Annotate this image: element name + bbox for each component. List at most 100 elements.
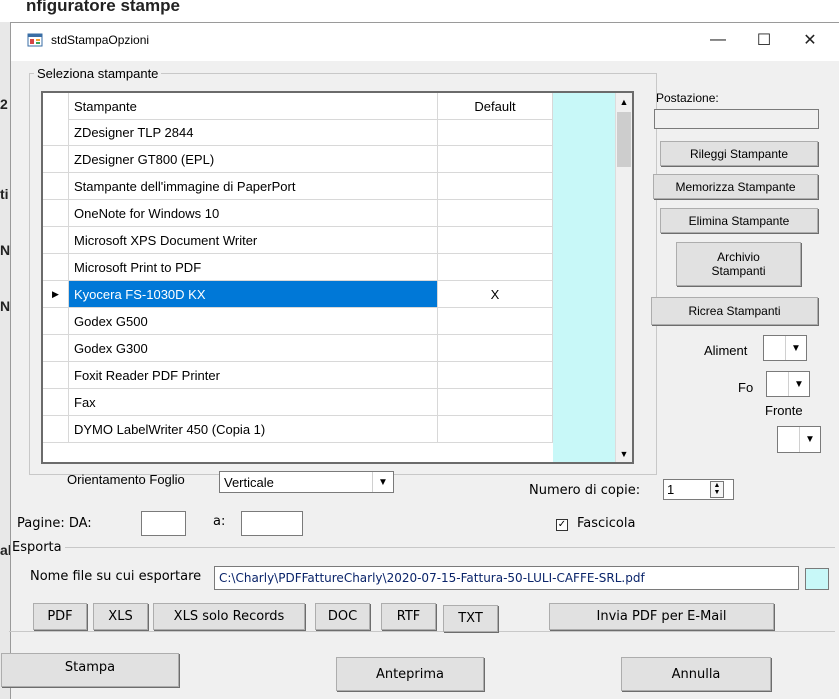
pagine-da-input[interactable] — [141, 511, 186, 536]
orientamento-dropdown[interactable]: Verticale ▼ — [219, 471, 394, 493]
row-header[interactable] — [43, 200, 69, 227]
table-row[interactable]: Foxit Reader PDF Printer — [43, 362, 553, 389]
table-row[interactable]: ZDesigner TLP 2844 — [43, 119, 553, 146]
row-header[interactable] — [43, 119, 69, 146]
fronte-label: Fronte — [765, 403, 803, 418]
printer-name-cell[interactable]: Microsoft Print to PDF — [69, 254, 438, 281]
print-options-dialog: stdStampaOpzioni — ☐ ✕ Seleziona stampan… — [1, 22, 839, 699]
copie-stepper[interactable]: 1 ▲ ▼ — [663, 479, 734, 500]
pagine-a-input[interactable] — [241, 511, 303, 536]
row-header[interactable] — [43, 389, 69, 416]
chevron-down-icon: ▼ — [788, 372, 809, 396]
printer-name-cell[interactable]: Microsoft XPS Document Writer — [69, 227, 438, 254]
row-header[interactable] — [43, 173, 69, 200]
export-color-swatch[interactable] — [805, 568, 829, 590]
table-row[interactable]: ZDesigner GT800 (EPL) — [43, 146, 553, 173]
grid-scrollbar[interactable]: ▲ ▼ — [615, 93, 632, 462]
default-cell[interactable] — [438, 173, 553, 200]
minimize-button[interactable]: — — [695, 23, 741, 57]
background-text: 2 — [0, 96, 8, 112]
rileggi-stampante-button[interactable]: Rileggi Stampante — [660, 141, 818, 166]
scroll-down-arrow-icon[interactable]: ▼ — [616, 445, 632, 462]
fascicola-checkbox[interactable]: ✓ — [556, 519, 568, 531]
export-pdf-button[interactable]: PDF — [33, 603, 87, 630]
annulla-button[interactable]: Annulla — [621, 657, 771, 691]
row-header[interactable] — [43, 146, 69, 173]
pagine-a-label: a: — [213, 514, 226, 529]
export-file-value[interactable]: C:\Charly\PDFFattureCharly\2020-07-15-Fa… — [219, 571, 645, 585]
scroll-up-arrow-icon[interactable]: ▲ — [616, 93, 632, 110]
export-xls-records-button[interactable]: XLS solo Records — [153, 603, 305, 630]
printer-name-cell[interactable]: Godex G500 — [69, 308, 438, 335]
row-header[interactable] — [43, 254, 69, 281]
orientamento-label: Orientamento Foglio — [67, 472, 185, 487]
app-icon — [27, 33, 43, 47]
export-txt-button[interactable]: TXT — [443, 605, 498, 632]
chevron-down-icon: ▼ — [372, 472, 393, 492]
export-rtf-button[interactable]: RTF — [381, 603, 436, 630]
background-text: N — [0, 242, 11, 258]
postazione-field — [654, 109, 819, 129]
printer-name-cell[interactable]: Fax — [69, 389, 438, 416]
default-cell[interactable] — [438, 200, 553, 227]
fronte-dropdown[interactable]: ▼ — [777, 426, 821, 453]
close-button[interactable]: ✕ — [787, 23, 833, 57]
row-header[interactable] — [43, 416, 69, 443]
printer-select-legend: Seleziona stampante — [37, 66, 159, 81]
ricrea-stampanti-button[interactable]: Ricrea Stampanti — [651, 297, 818, 325]
default-cell[interactable] — [438, 308, 553, 335]
scroll-thumb[interactable] — [617, 112, 631, 167]
table-row[interactable]: Microsoft Print to PDF — [43, 254, 553, 281]
printer-name-cell[interactable]: ZDesigner TLP 2844 — [69, 119, 438, 146]
aliment-dropdown[interactable]: ▼ — [763, 335, 807, 361]
row-header[interactable] — [43, 362, 69, 389]
row-header[interactable] — [43, 335, 69, 362]
default-cell[interactable] — [438, 227, 553, 254]
anteprima-button[interactable]: Anteprima — [336, 657, 484, 691]
fo-dropdown[interactable]: ▼ — [766, 371, 810, 397]
table-row[interactable]: Godex G300 — [43, 335, 553, 362]
printer-name-cell[interactable]: Stampante dell'immagine di PaperPort — [69, 173, 438, 200]
table-row[interactable]: ▶ Kyocera FS-1030D KX X — [43, 281, 553, 308]
table-row[interactable]: Stampante dell'immagine di PaperPort — [43, 173, 553, 200]
default-cell[interactable]: X — [438, 281, 553, 308]
default-cell[interactable] — [438, 335, 553, 362]
printer-name-cell[interactable]: Kyocera FS-1030D KX — [69, 281, 438, 308]
elimina-stampante-button[interactable]: Elimina Stampante — [660, 208, 818, 233]
printer-name-cell[interactable]: OneNote for Windows 10 — [69, 200, 438, 227]
printer-name-cell[interactable]: ZDesigner GT800 (EPL) — [69, 146, 438, 173]
table-row[interactable]: OneNote for Windows 10 — [43, 200, 553, 227]
background-text: N — [0, 298, 11, 314]
row-header[interactable] — [43, 308, 69, 335]
default-cell[interactable] — [438, 362, 553, 389]
export-xls-button[interactable]: XLS — [93, 603, 148, 630]
copie-value[interactable]: 1 — [667, 482, 674, 497]
stampa-button[interactable]: Stampa — [1, 653, 179, 687]
orientamento-value: Verticale — [224, 475, 274, 490]
background-window-title: nfiguratore stampe — [26, 0, 180, 15]
default-cell[interactable] — [438, 416, 553, 443]
maximize-button[interactable]: ☐ — [741, 23, 787, 57]
printer-name-cell[interactable]: DYMO LabelWriter 450 (Copia 1) — [69, 416, 438, 443]
printer-name-cell[interactable]: Godex G300 — [69, 335, 438, 362]
default-cell[interactable] — [438, 146, 553, 173]
export-doc-button[interactable]: DOC — [315, 603, 370, 630]
table-row[interactable]: Fax — [43, 389, 553, 416]
row-header[interactable] — [43, 227, 69, 254]
default-cell[interactable] — [438, 389, 553, 416]
table-row[interactable]: Microsoft XPS Document Writer — [43, 227, 553, 254]
default-cell[interactable] — [438, 254, 553, 281]
chevron-down-icon: ▼ — [799, 427, 820, 452]
memorizza-stampante-button[interactable]: Memorizza Stampante — [653, 174, 818, 199]
table-row[interactable]: Godex G500 — [43, 308, 553, 335]
archivio-stampanti-button[interactable]: Archivio Stampanti — [676, 242, 801, 286]
export-file-input[interactable]: C:\Charly\PDFFattureCharly\2020-07-15-Fa… — [214, 566, 799, 590]
current-row-arrow-icon[interactable]: ▶ — [43, 281, 69, 308]
default-cell[interactable] — [438, 119, 553, 146]
send-pdf-email-button[interactable]: Invia PDF per E-Mail — [549, 603, 774, 630]
row-header[interactable] — [43, 93, 69, 120]
stepper-arrows-icon[interactable]: ▲ ▼ — [710, 481, 724, 498]
printer-name-cell[interactable]: Foxit Reader PDF Printer — [69, 362, 438, 389]
background-text: ti — [0, 186, 9, 202]
table-row[interactable]: DYMO LabelWriter 450 (Copia 1) — [43, 416, 553, 443]
